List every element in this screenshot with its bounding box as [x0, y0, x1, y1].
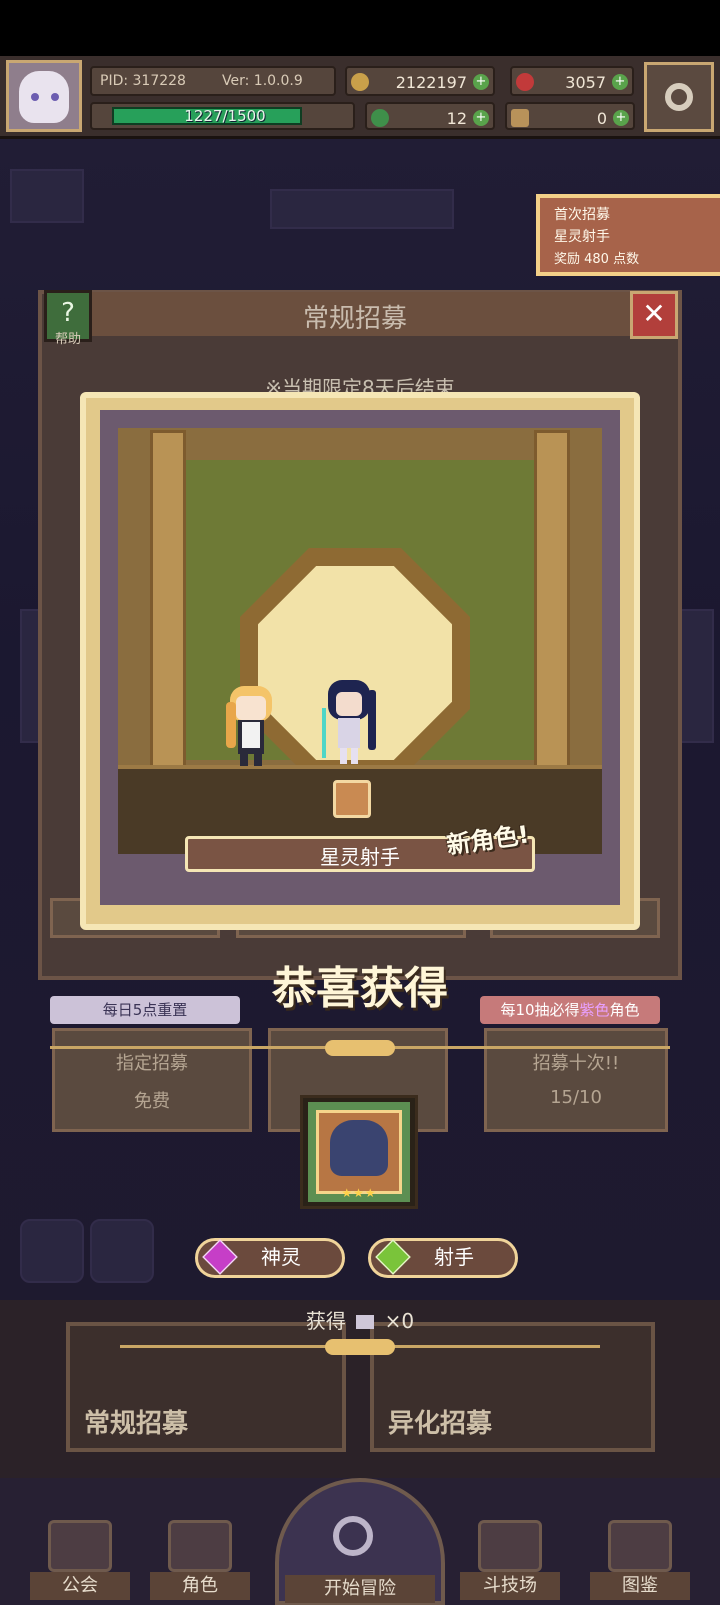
purple-gem-icon	[202, 1239, 238, 1275]
player-avatar[interactable]	[6, 60, 82, 132]
nav-arena[interactable]: 斗技场	[460, 1510, 560, 1602]
ten-recruit-label: 招募十次!!	[532, 1053, 620, 1074]
obtained-label: 获得	[305, 1309, 346, 1333]
divider-ornament-2	[325, 1339, 395, 1355]
recruit-tab-alien[interactable]: 异化招募	[370, 1322, 655, 1452]
nav-character[interactable]: 角色	[150, 1510, 250, 1602]
tag-archer-label: 射手	[434, 1245, 474, 1269]
add-clover-icon[interactable]: +	[473, 110, 489, 126]
gold-value: 2122197	[395, 73, 467, 92]
nav-guild-label: 公会	[30, 1572, 130, 1600]
ten-recruit-count: 15/10	[550, 1087, 602, 1108]
nav-start-adventure[interactable]: 开始冒险	[275, 1478, 445, 1605]
gold-counter: 2122197 +	[345, 66, 495, 96]
gem-value: 3057	[565, 73, 606, 92]
tag-archer: 射手	[368, 1238, 518, 1278]
version-label: Ver: 1.0.0.9	[222, 73, 303, 89]
recruit-tab-normal[interactable]: 常规招募	[66, 1322, 346, 1452]
close-icon: ✕	[642, 297, 666, 330]
first-recruit-banner[interactable]: 首次招募 星灵射手 奖励 480 点数	[536, 194, 720, 276]
nav-character-label: 角色	[150, 1572, 250, 1600]
add-key-icon[interactable]: +	[613, 110, 629, 126]
designated-recruit-button[interactable]: 指定招募 免费	[52, 1028, 252, 1132]
divider-ornament	[325, 1040, 395, 1056]
star-archer-sprite	[322, 680, 376, 764]
player-info: PID: 317228 Ver: 1.0.0.9	[90, 66, 336, 96]
designated-recruit-cost: 免费	[134, 1091, 170, 1112]
add-gem-icon[interactable]: +	[612, 74, 628, 90]
gem-icon	[516, 73, 534, 91]
panel-title: 常规招募	[302, 304, 407, 334]
clover-value: 12	[446, 109, 467, 128]
designated-recruit-label: 指定招募	[116, 1053, 188, 1074]
obtained-count: ×0	[384, 1309, 415, 1333]
first-recruit-reward: 奖励 480 点数	[554, 252, 640, 267]
help-label: 帮助	[54, 332, 81, 347]
xp-text: 1227/1500	[184, 107, 266, 125]
clover-counter: 12 +	[365, 102, 495, 130]
card-portrait	[330, 1120, 388, 1176]
nav-start-adventure-label: 开始冒险	[285, 1575, 435, 1603]
tag-divine-label: 神灵	[261, 1245, 301, 1269]
gold-coin-icon	[351, 73, 369, 91]
first-recruit-title: 首次招募	[554, 207, 610, 223]
obtained-line: 获得 ×0	[0, 1305, 720, 1334]
recruit-tab-alien-label: 异化招募	[388, 1409, 493, 1439]
key-counter: 0 +	[505, 102, 635, 130]
nav-codex-label: 图鉴	[590, 1572, 690, 1600]
ticket-icon	[356, 1315, 375, 1329]
tag-divine: 神灵	[195, 1238, 345, 1278]
status-bar	[0, 0, 720, 56]
recruit-tab-normal-label: 常规招募	[84, 1409, 189, 1439]
maid-character-sprite	[226, 686, 272, 766]
nav-codex[interactable]: 图鉴	[590, 1510, 690, 1602]
codex-icon	[608, 1520, 672, 1572]
pid-label: PID: 317228	[100, 73, 186, 89]
nav-arena-label: 斗技场	[460, 1572, 560, 1600]
magnifier-icon	[333, 1516, 373, 1556]
currency-coin-icon	[333, 780, 371, 818]
card-stars: ★★★	[341, 1186, 377, 1200]
first-recruit-character: 星灵射手	[554, 229, 610, 245]
settings-button[interactable]	[644, 62, 714, 132]
gem-counter: 3057 +	[510, 66, 634, 96]
room-pillar-left	[150, 430, 186, 770]
character-icon	[168, 1520, 232, 1572]
close-button[interactable]: ✕	[630, 291, 678, 339]
crossed-swords-icon	[478, 1520, 542, 1572]
clover-icon	[371, 109, 389, 127]
guild-icon	[48, 1520, 112, 1572]
nav-guild[interactable]: 公会	[30, 1510, 130, 1602]
green-gem-icon	[375, 1239, 411, 1275]
key-icon	[511, 109, 529, 127]
room-pillar-right	[534, 430, 570, 770]
key-value: 0	[596, 109, 607, 128]
gear-icon	[665, 83, 693, 111]
add-gold-icon[interactable]: +	[473, 74, 489, 90]
ten-recruit-button[interactable]: 招募十次!! 15/10	[484, 1028, 668, 1132]
congrats-title: 恭喜获得	[272, 963, 448, 1014]
